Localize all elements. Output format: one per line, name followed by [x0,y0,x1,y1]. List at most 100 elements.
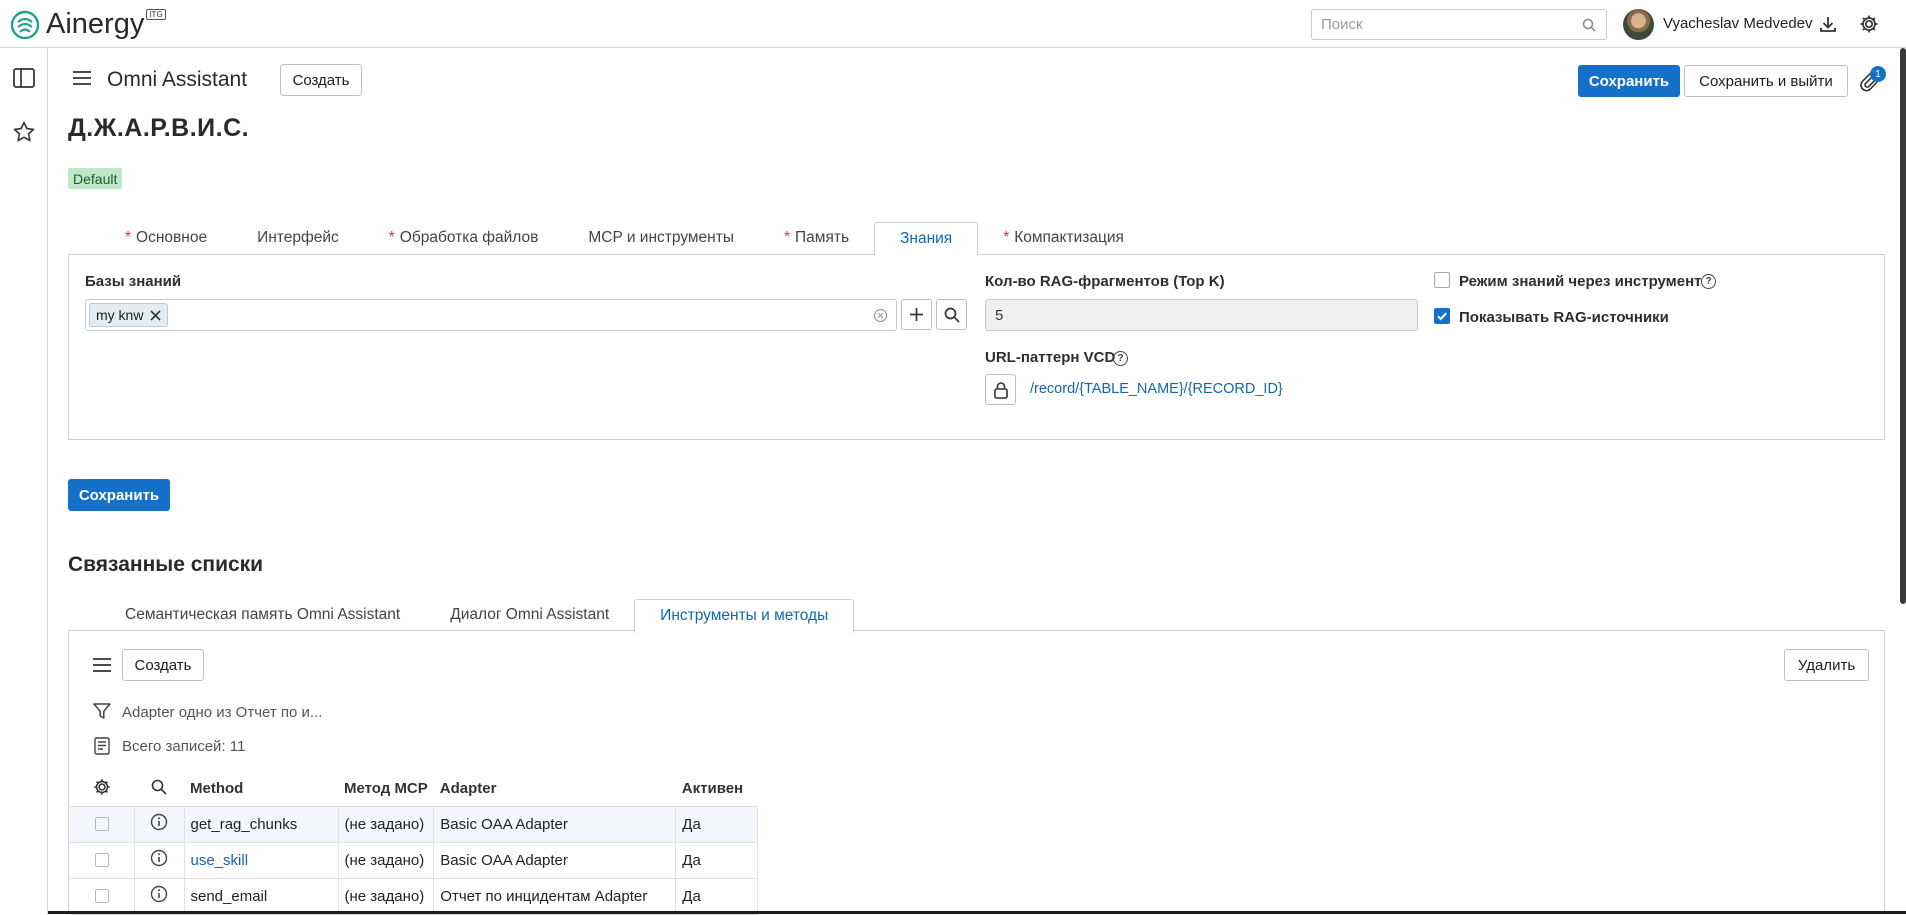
tab-file-processing[interactable]: * Обработка файлов [364,221,564,255]
tool-mode-checkbox[interactable] [1434,272,1450,288]
tools-table: Method Метод MCP Adapter Активен get_rag… [70,772,759,915]
global-search[interactable] [1311,9,1607,40]
related-lists-title: Связанные списки [68,553,264,576]
gear-icon[interactable] [1858,13,1880,35]
tab-label: Интерфейс [257,229,339,246]
left-rail [0,48,48,914]
cell-adapter: Basic OAA Adapter [433,806,677,843]
filter-condition[interactable]: Adapter одно из Отчет по и... [122,704,322,721]
tab-tools-methods[interactable]: Инструменты и методы [634,599,855,633]
gear-icon[interactable] [92,777,112,797]
search-input[interactable] [1312,10,1562,39]
row-checkbox[interactable] [94,817,109,831]
kb-multiselect[interactable]: my knw [85,299,897,331]
table-search-cell[interactable] [134,772,184,807]
tab-mcp-tools[interactable]: MCP и инструменты [563,221,759,255]
lock-button[interactable] [985,374,1016,405]
row-checkbox[interactable] [94,889,109,903]
tab-main[interactable]: * Основное [100,221,232,255]
create-button[interactable]: Создать [280,64,362,96]
table-row[interactable]: use_skill (не задано) Basic OAA Adapter … [70,842,759,879]
show-sources-label: Показывать RAG-источники [1459,309,1669,326]
table-settings-cell[interactable] [70,772,134,807]
cell-mcp-method: (не задано) [338,842,435,879]
lock-icon [993,381,1009,399]
row-info-cell[interactable] [134,878,185,915]
help-icon[interactable]: ? [1113,351,1128,366]
url-pattern-value[interactable]: /record/{TABLE_NAME}/{RECORD_ID} [1030,381,1283,397]
brand-name: Ainergy [46,8,145,40]
tab-knowledge[interactable]: Знания [874,222,979,256]
user-name[interactable]: Vyacheslav Medvedev [1663,15,1813,32]
cell-adapter: Отчет по инцидентам Adapter [433,878,677,915]
required-marker: * [388,229,395,246]
cell-method[interactable]: send_email [184,878,339,915]
attachments-count-badge: 1 [1870,66,1886,82]
column-header-active[interactable]: Активен [675,772,758,807]
help-icon[interactable]: ? [1701,274,1716,289]
tab-label: Семантическая память Omni Assistant [125,606,401,623]
row-info-cell[interactable] [134,842,185,879]
tab-interface[interactable]: Интерфейс [232,221,364,255]
save-and-exit-button[interactable]: Сохранить и выйти [1684,65,1848,97]
clear-icon[interactable] [873,308,888,323]
table-row[interactable]: get_rag_chunks (не задано) Basic OAA Ada… [70,806,759,843]
kb-label: Базы знаний [85,273,182,290]
lookup-kb-button[interactable] [936,299,967,330]
top-bar: Ainergy ITG Vyacheslav Medvedev [0,0,1906,48]
record-title: Д.Ж.А.Р.В.И.С. [68,114,250,142]
info-icon[interactable] [150,885,168,903]
records-count: Всего записей: 11 [122,738,246,755]
tab-label: MCP и инструменты [588,229,734,246]
search-icon[interactable] [151,779,167,795]
delete-button[interactable]: Удалить [1784,649,1869,681]
topk-value: 5 [995,307,1004,324]
kb-chip-label: my knw [96,307,144,323]
column-header-mcp-method[interactable]: Метод MCP [338,772,434,807]
knowledge-panel: Базы знаний my knw Кол-во RAG-фрагментов… [68,254,1885,440]
cell-adapter: Basic OAA Adapter [433,842,677,879]
row-select-cell[interactable] [70,842,135,879]
tab-memory[interactable]: * Память [759,221,874,255]
page-scrollbar[interactable] [1900,48,1906,604]
tab-semantic-memory[interactable]: Семантическая память Omni Assistant [100,598,425,632]
row-checkbox[interactable] [94,853,109,867]
filter-icon[interactable] [93,703,111,719]
list-create-button[interactable]: Создать [122,649,204,681]
app-logo[interactable]: Ainergy ITG [10,8,166,41]
search-icon [1582,18,1596,32]
menu-icon[interactable] [73,71,91,85]
row-select-cell[interactable] [70,878,135,915]
cell-active: Да [675,842,759,879]
tab-label: Основное [136,229,208,246]
row-select-cell[interactable] [70,806,135,843]
star-icon[interactable] [12,120,36,144]
add-kb-button[interactable] [901,299,932,330]
cell-method[interactable]: use_skill [184,842,339,879]
table-row[interactable]: send_email (не задано) Отчет по инцидент… [70,878,759,915]
kb-chip: my knw [89,303,169,327]
cell-method[interactable]: get_rag_chunks [184,806,339,843]
tab-label: Диалог Omni Assistant [450,606,610,623]
plus-icon [909,307,924,322]
topk-field[interactable]: 5 [985,299,1418,331]
save-button[interactable]: Сохранить [1578,65,1680,97]
tab-dialog[interactable]: Диалог Omni Assistant [425,598,634,632]
close-icon[interactable] [150,309,162,321]
list-menu-icon[interactable] [93,658,111,672]
cell-mcp-method: (не задано) [338,878,435,915]
form-save-button[interactable]: Сохранить [68,479,170,511]
show-sources-checkbox[interactable] [1434,308,1450,324]
table-header-row: Method Метод MCP Adapter Активен [70,772,758,807]
tab-compaction[interactable]: * Компактизация [978,221,1149,255]
info-icon[interactable] [150,849,168,867]
row-info-cell[interactable] [134,806,185,843]
brand-badge: ITG [146,9,166,20]
avatar[interactable] [1623,9,1654,40]
sidebar-toggle-icon[interactable] [13,68,35,88]
download-icon[interactable] [1818,14,1838,34]
column-header-method[interactable]: Method [184,772,338,807]
column-header-adapter[interactable]: Adapter [433,772,676,807]
default-tag: Default [68,168,123,189]
info-icon[interactable] [150,813,168,831]
